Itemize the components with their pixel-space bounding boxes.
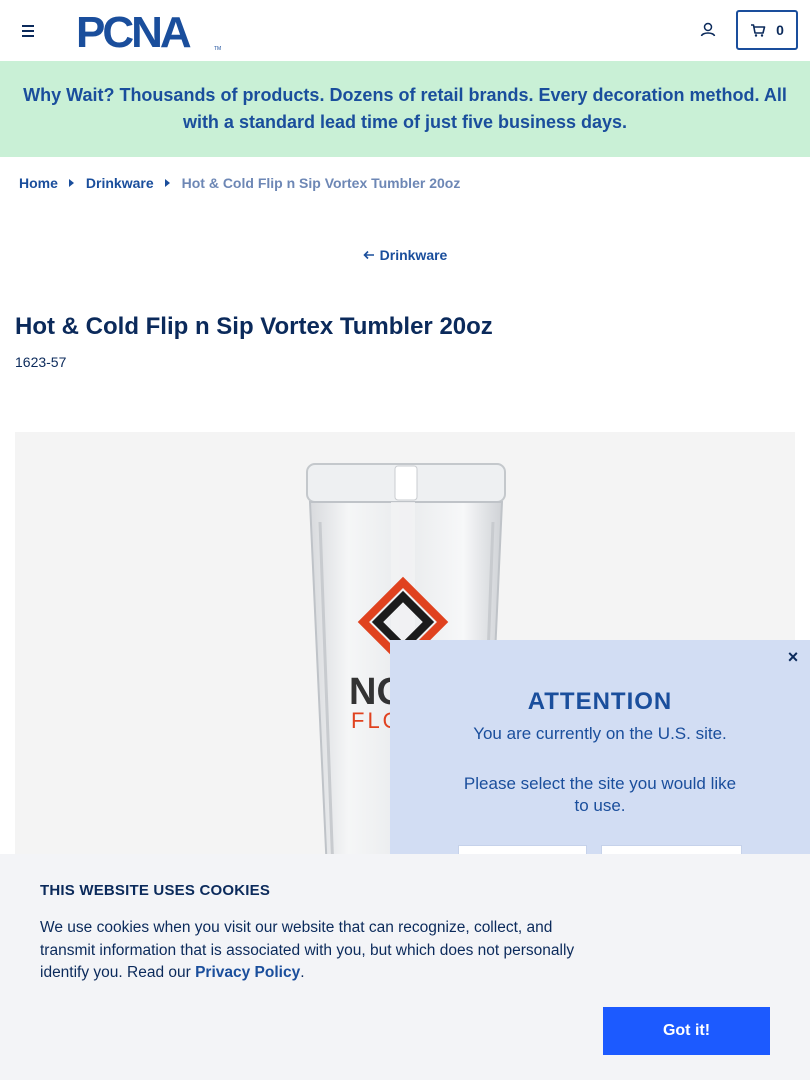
caret-right-icon bbox=[164, 179, 170, 187]
back-link-label: Drinkware bbox=[379, 247, 448, 263]
caret-right-icon bbox=[68, 179, 74, 187]
breadcrumb-current: Hot & Cold Flip n Sip Vortex Tumbler 20o… bbox=[181, 175, 461, 191]
cart-icon bbox=[751, 24, 766, 37]
logo-tm: TM bbox=[214, 46, 221, 52]
site-select-modal: × ATTENTION You are currently on the U.S… bbox=[390, 640, 810, 885]
site-header: PCNA TM 0 bbox=[0, 0, 810, 61]
cookie-banner: THIS WEBSITE USES COOKIES We use cookies… bbox=[0, 854, 810, 1080]
close-icon[interactable]: × bbox=[784, 648, 802, 666]
product-sku: 1623-57 bbox=[15, 354, 67, 370]
back-to-category-link[interactable]: Drinkware bbox=[363, 247, 448, 263]
promo-banner: Why Wait? Thousands of products. Dozens … bbox=[0, 61, 810, 157]
privacy-policy-link[interactable]: Privacy Policy bbox=[195, 964, 300, 981]
back-link-container: Drinkware bbox=[0, 247, 810, 263]
arrow-left-icon bbox=[363, 250, 374, 260]
modal-title: ATTENTION bbox=[527, 688, 673, 715]
breadcrumb-home[interactable]: Home bbox=[19, 175, 58, 191]
user-icon[interactable] bbox=[698, 20, 718, 40]
breadcrumb: Home Drinkware Hot & Cold Flip n Sip Vor… bbox=[19, 175, 460, 191]
modal-select-site-text: Please select the site you would like to… bbox=[463, 774, 737, 815]
logo-text: PCNA bbox=[76, 10, 191, 52]
hamburger-menu-icon[interactable] bbox=[18, 20, 38, 40]
cookie-text-end: . bbox=[300, 964, 305, 981]
cookie-title: THIS WEBSITE USES COOKIES bbox=[40, 882, 271, 899]
cookie-text: We use cookies when you visit our websit… bbox=[40, 917, 610, 985]
modal-current-site-text: You are currently on the U.S. site. bbox=[473, 724, 727, 743]
got-it-button[interactable]: Got it! bbox=[603, 1007, 770, 1055]
cart-button[interactable]: 0 bbox=[736, 10, 798, 50]
promo-text: Why Wait? Thousands of products. Dozens … bbox=[23, 85, 787, 132]
breadcrumb-drinkware[interactable]: Drinkware bbox=[86, 175, 154, 191]
product-title: Hot & Cold Flip n Sip Vortex Tumbler 20o… bbox=[15, 313, 493, 340]
cart-count: 0 bbox=[776, 22, 784, 38]
pcna-logo[interactable]: PCNA TM bbox=[76, 10, 224, 52]
cookie-body-text: We use cookies when you visit our websit… bbox=[40, 919, 575, 981]
